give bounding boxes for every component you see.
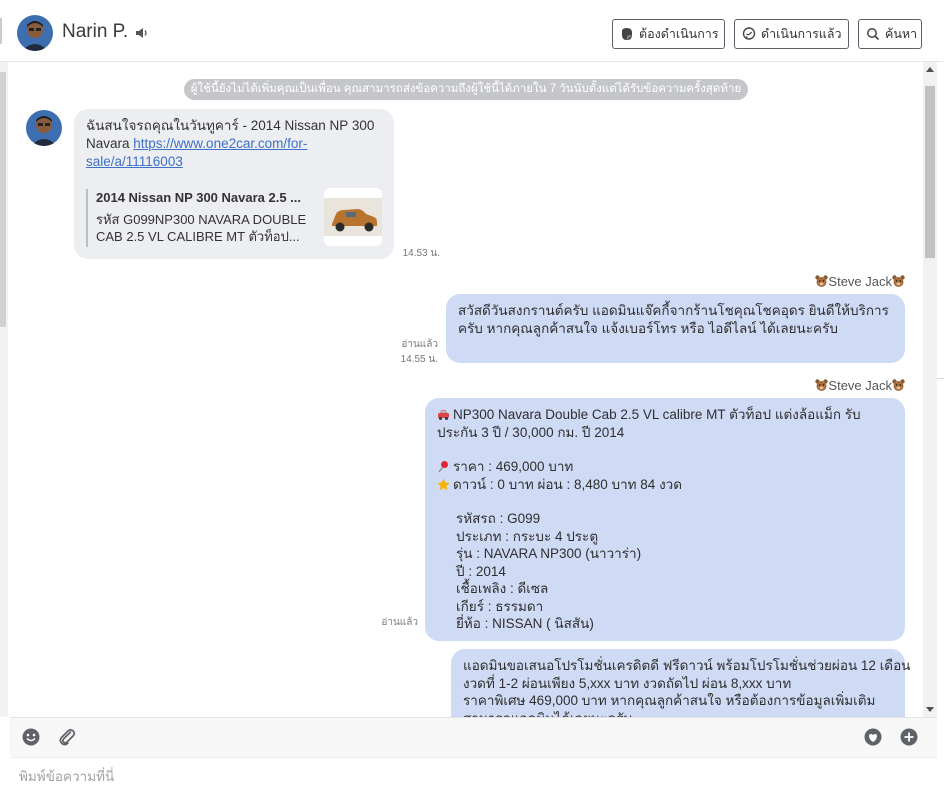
todo-button[interactable]: ต้องดำเนินการ <box>612 19 725 49</box>
spec-line: รหัสรถ : G099 <box>456 511 541 526</box>
sticker-icon[interactable] <box>863 727 883 747</box>
incoming-message: ฉันสนใจรถคุณในวันทูคาร์ - 2014 Nissan NP… <box>74 109 394 259</box>
chat-header: Narin P. ต้องดำเนินการ ดำเนินการแล้ว ค้น… <box>0 0 944 62</box>
sender-label: Steve Jack <box>828 274 892 289</box>
down-line: ดาวน์ : 0 บาท ผ่อน : 8,480 บาท 84 งวด <box>437 476 893 494</box>
spec-line: ประเภท : กระบะ 4 ประตู <box>456 528 599 544</box>
price-line: ราคา : 469,000 บาท <box>437 458 893 476</box>
message-input[interactable] <box>19 766 899 786</box>
sender-name: Steve Jack <box>815 274 905 289</box>
done-button[interactable]: ดำเนินการแล้ว <box>734 19 849 49</box>
more-icon[interactable] <box>899 727 919 747</box>
chat-bubble-icon <box>742 27 756 40</box>
read-receipt: อ่านแล้ว <box>401 339 438 350</box>
sender-name: Steve Jack <box>815 378 905 393</box>
outgoing-message: NP300 Navara Double Cab 2.5 VL calibre M… <box>425 398 905 641</box>
outgoing-message: แอดมินขอเสนอโปรโมชั่นเครดิตดี ฟรีดาวน์ พ… <box>451 649 911 718</box>
promo-line: ราคาพิเศษ 469,000 บาท หากคุณลูกค้าสนใจ ห… <box>463 693 876 708</box>
scroll-down-arrow[interactable] <box>926 707 934 712</box>
bear-icon <box>815 379 829 391</box>
message-composer <box>10 757 937 788</box>
promo-line: งวดที่ 1-2 ผ่อนเพียง 5,xxx บาท งวดถัดไป … <box>463 675 792 691</box>
chat-scrollbar[interactable] <box>923 62 937 717</box>
incoming-timestamp: 14.53 น. <box>402 248 440 259</box>
headline-text: NP300 Navara Double Cab 2.5 VL calibre M… <box>437 407 861 440</box>
spec-line: ยี่ห้อ : NISSAN ( นิสสัน) <box>456 616 594 631</box>
header-edge <box>0 18 2 44</box>
scroll-thumb[interactable] <box>925 86 935 258</box>
preview-title: 2014 Nissan NP 300 Navara 2.5 ... <box>96 190 302 205</box>
spec-line: เชื้อเพลิง : ดีเซล <box>456 581 549 596</box>
search-icon <box>867 28 880 41</box>
outgoing-timestamp: 14.55 น. <box>400 354 438 365</box>
spec-line: รุ่น : NAVARA NP300 (นาวาร่า) <box>456 546 642 561</box>
bear-icon <box>892 275 905 287</box>
contact-name: Narin P. <box>62 21 129 42</box>
pin-icon <box>438 461 448 473</box>
spec-list: รหัสรถ : G099 ประเภท : กระบะ 4 ประตูรุ่น … <box>437 510 893 633</box>
left-pane-scrollbar[interactable] <box>0 72 6 327</box>
message-list: ผู้ใช้นี้ยังไม่ได้เพิ่มคุณเป็นเพื่อน คุณ… <box>10 62 923 717</box>
read-receipt: อ่านแล้ว <box>381 617 418 628</box>
spec-line: ปี : 2014 <box>456 563 506 579</box>
car-headline: NP300 Navara Double Cab 2.5 VL calibre M… <box>437 406 893 441</box>
promo-line: แอดมินขอเสนอโปรโมชั่นเครดิตดี ฟรีดาวน์ พ… <box>463 658 911 673</box>
sticker-icon <box>622 28 632 40</box>
link-preview[interactable]: 2014 Nissan NP 300 Navara 2.5 ... รหัส G… <box>86 188 382 247</box>
price-text: ราคา : 469,000 บาท <box>453 459 574 474</box>
preview-description: รหัส G099NP300 NAVARA DOUBLE CAB 2.5 VL … <box>96 212 307 244</box>
search-button[interactable]: ค้นหา <box>858 19 922 49</box>
outgoing-message: สวัสดีวันสงกรานต์ครับ แอดมินแจ๊คกี้จากร้… <box>446 294 905 363</box>
spec-line: เกียร์ : ธรรมดา <box>456 598 544 614</box>
sender-label: Steve Jack <box>828 378 892 393</box>
scroll-up-arrow[interactable] <box>926 67 934 72</box>
done-label: ดำเนินการแล้ว <box>761 27 842 41</box>
preview-thumbnail <box>324 188 382 246</box>
down-payment-text: ดาวน์ : 0 บาท ผ่อน : 8,480 บาท 84 งวด <box>453 476 683 492</box>
paperclip-icon[interactable] <box>57 727 77 747</box>
speaker-icon[interactable] <box>134 25 150 41</box>
system-notice: ผู้ใช้นี้ยังไม่ได้เพิ่มคุณเป็นเพื่อน คุณ… <box>184 79 748 100</box>
message-avatar[interactable] <box>26 110 62 146</box>
composer-toolbar <box>10 717 937 757</box>
search-label: ค้นหา <box>885 27 918 41</box>
car-icon <box>438 410 449 420</box>
emoji-icon[interactable] <box>21 727 41 747</box>
promo-line: สามารถแอดมินได้เลยนะครับ <box>463 710 893 718</box>
avatar[interactable] <box>17 15 53 51</box>
star-icon <box>437 478 450 490</box>
bear-icon <box>892 379 905 391</box>
promo-text: แอดมินขอเสนอโปรโมชั่นเครดิตดี ฟรีดาวน์ พ… <box>463 657 911 718</box>
bear-icon <box>815 275 829 287</box>
divider <box>937 378 944 379</box>
todo-label: ต้องดำเนินการ <box>639 27 719 41</box>
